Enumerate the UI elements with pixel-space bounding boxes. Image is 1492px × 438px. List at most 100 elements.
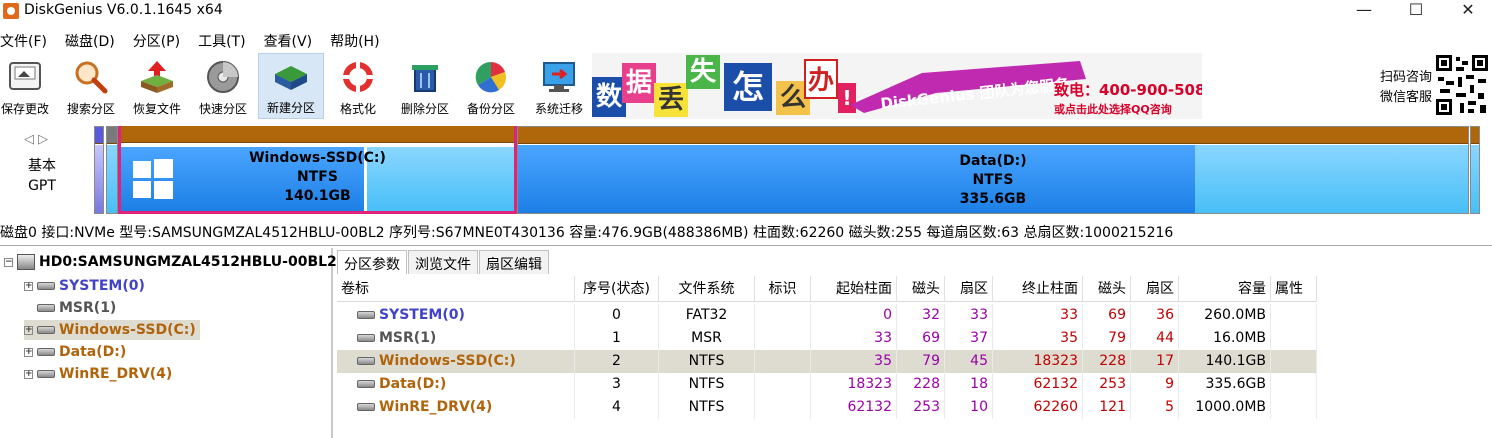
tree-item-data[interactable]: + Data(D:) (24, 342, 130, 362)
disk-map-segment-system[interactable] (94, 126, 104, 214)
tree-item-label: Data(D:) (59, 344, 127, 360)
col-end-head[interactable]: 磁头 (1083, 276, 1131, 302)
cell-end-sector: 44 (1131, 327, 1179, 350)
tab-partition-params[interactable]: 分区参数 (337, 250, 407, 274)
cell-capacity: 260.0MB (1179, 304, 1271, 327)
disk-map: Windows-SSD(C:) NTFS 140.1GB Data(D:) NT… (0, 126, 1492, 216)
cell-end-sector: 5 (1131, 396, 1179, 419)
expand-icon[interactable]: + (24, 281, 33, 291)
cell-end-sector: 36 (1131, 304, 1179, 327)
cell-index: 4 (575, 396, 659, 419)
disk-map-segment-winre[interactable] (1470, 126, 1480, 214)
cell-start-sector: 37 (945, 327, 993, 350)
recover-files-icon (141, 61, 173, 93)
tree-item-system[interactable]: + SYSTEM(0) (24, 276, 149, 296)
tree-item-windows-ssd[interactable]: + Windows-SSD(C:) (24, 320, 200, 340)
qr-caption: 扫码咨询 微信客服 (1368, 68, 1432, 108)
volume-label: WinRE_DRV(4) (379, 399, 493, 415)
qr-code-icon[interactable] (1434, 53, 1490, 117)
table-row[interactable]: WinRE_DRV(4) 4 NTFS 62132 253 10 62260 1… (337, 396, 1317, 419)
menu-help[interactable]: 帮助(H) (330, 31, 385, 51)
tab-browse-files[interactable]: 浏览文件 (408, 250, 478, 274)
col-start-cylinder[interactable]: 起始柱面 (811, 276, 897, 302)
table-row[interactable]: MSR(1) 1 MSR 33 69 37 35 79 44 16.0MB (337, 327, 1317, 350)
tree-item-label: MSR(1) (59, 300, 117, 316)
cell-start-head: 69 (897, 327, 945, 350)
col-start-sector[interactable]: 扇区 (945, 276, 993, 302)
cell-end-cyl: 33 (993, 304, 1083, 327)
col-volume-label[interactable]: 卷标 (337, 276, 575, 302)
col-capacity[interactable]: 容量 (1179, 276, 1271, 302)
menu-bar: 文件(F) 磁盘(D) 分区(P) 工具(T) 查看(V) 帮助(H) (0, 31, 398, 51)
system-migration-button[interactable]: 系统迁移 (528, 53, 590, 119)
close-button[interactable]: ✕ (1444, 0, 1492, 22)
quick-partition-button[interactable]: 快速分区 (194, 53, 252, 119)
menu-disk[interactable]: 磁盘(D) (65, 31, 121, 51)
expand-icon[interactable]: + (24, 325, 33, 335)
qr-caption-line2: 微信客服 (1379, 90, 1432, 105)
system-migration-icon (543, 62, 575, 92)
tree-item-winre[interactable]: + WinRE_DRV(4) (24, 364, 176, 384)
menu-view[interactable]: 查看(V) (264, 31, 319, 51)
disk-map-segment-data[interactable]: Data(D:) NTFS 335.6GB (517, 126, 1469, 214)
cell-id (755, 350, 811, 373)
save-changes-button[interactable]: 保存更改 (0, 53, 50, 119)
disk-map-segment-windows-ssd[interactable]: Windows-SSD(C:) NTFS 140.1GB (118, 126, 517, 214)
cell-start-sector: 45 (945, 350, 993, 373)
tab-sector-editor[interactable]: 扇区编辑 (479, 250, 549, 274)
maximize-button[interactable]: ☐ (1392, 0, 1440, 22)
collapse-icon[interactable]: − (4, 257, 13, 267)
window-title: DiskGenius V6.0.1.1645 x64 (24, 2, 223, 18)
menu-tools[interactable]: 工具(T) (198, 31, 251, 51)
cell-start-cyl: 35 (811, 350, 897, 373)
delete-partition-button[interactable]: 删除分区 (396, 53, 454, 119)
format-button[interactable]: 格式化 (330, 53, 386, 119)
col-file-system[interactable]: 文件系统 (659, 276, 755, 302)
tree-item-msr[interactable]: +MSR(1) (24, 298, 120, 318)
partition-drive-icon (357, 311, 375, 319)
backup-partition-button[interactable]: 备份分区 (462, 53, 520, 119)
cell-index: 2 (575, 350, 659, 373)
volume-label: Data(D:) (379, 376, 447, 392)
table-row[interactable]: Windows-SSD(C:) 2 NTFS 35 79 45 18323 22… (337, 350, 1317, 373)
search-partition-button[interactable]: 搜索分区 (62, 53, 120, 119)
partition-table: 卷标 序号(状态) 文件系统 标识 起始柱面 磁头 扇区 终止柱面 磁头 扇区 … (337, 276, 1492, 438)
table-row[interactable]: Data(D:) 3 NTFS 18323 228 18 62132 253 9… (337, 373, 1317, 396)
col-id[interactable]: 标识 (755, 276, 811, 302)
cell-start-head: 228 (897, 373, 945, 396)
volume-label: SYSTEM(0) (379, 307, 465, 323)
partition-fs: NTFS (297, 169, 338, 185)
promo-banner[interactable]: 数 据 丢 失 怎 么 办 ! DiskGenius 团队为您服务 致电：400… (592, 53, 1202, 119)
partition-drive-icon (357, 334, 375, 342)
recover-files-button[interactable]: 恢复文件 (128, 53, 186, 119)
partition-drive-icon (37, 282, 55, 290)
cell-index: 0 (575, 304, 659, 327)
cell-end-cyl: 62132 (993, 373, 1083, 396)
expand-icon[interactable]: + (24, 347, 33, 357)
minimize-button[interactable]: — (1340, 0, 1388, 22)
disk-map-segment-msr[interactable] (106, 126, 118, 214)
partition-size: 335.6GB (959, 191, 1027, 207)
tree-root-disk[interactable]: − HD0:SAMSUNGMZAL4512HBLU-00BL2 (4, 254, 337, 270)
menu-file[interactable]: 文件(F) (0, 31, 53, 51)
menu-partition[interactable]: 分区(P) (133, 31, 186, 51)
format-label: 格式化 (339, 102, 376, 116)
col-start-head[interactable]: 磁头 (897, 276, 945, 302)
col-index-status[interactable]: 序号(状态) (575, 276, 659, 302)
banner-qq-link[interactable]: 或点击此处选择QQ咨询 (1054, 101, 1172, 117)
cell-end-cyl: 18323 (993, 350, 1083, 373)
expand-icon[interactable]: + (24, 369, 33, 379)
col-attribute[interactable]: 属性 (1271, 276, 1317, 302)
table-row[interactable]: SYSTEM(0) 0 FAT32 0 32 33 33 69 36 260.0… (337, 304, 1317, 327)
col-end-cylinder[interactable]: 终止柱面 (993, 276, 1083, 302)
delete-partition-icon (412, 65, 438, 92)
cell-attribute (1271, 350, 1317, 373)
new-partition-button[interactable]: 新建分区 (258, 53, 324, 119)
cell-start-head: 32 (897, 304, 945, 327)
system-migration-label: 系统迁移 (534, 102, 583, 116)
cell-attribute (1271, 327, 1317, 350)
cell-id (755, 304, 811, 327)
detail-tabs: 分区参数 浏览文件 扇区编辑 (337, 250, 550, 274)
cell-capacity: 335.6GB (1179, 373, 1271, 396)
col-end-sector[interactable]: 扇区 (1131, 276, 1179, 302)
